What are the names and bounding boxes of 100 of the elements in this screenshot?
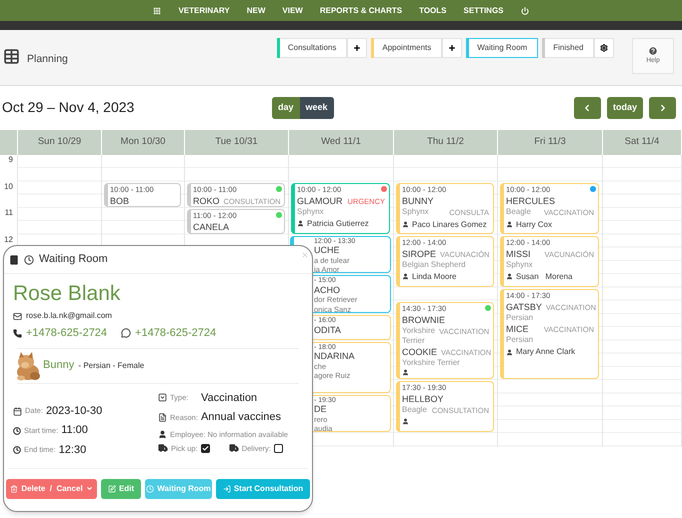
pet-name: HELLBOY — [402, 393, 444, 406]
checkbox[interactable] — [200, 444, 210, 453]
envelope-icon — [13, 312, 22, 320]
help-icon — [648, 46, 658, 56]
dropdown-icon — [158, 393, 167, 402]
truck-icon — [158, 443, 168, 454]
clock-icon — [13, 426, 21, 434]
next-button[interactable] — [649, 96, 676, 118]
day-header: Thu 11/2 — [427, 135, 464, 150]
pet-name: SIROPE — [402, 248, 436, 260]
pet-breed: Yorkshire Terrier — [402, 326, 436, 346]
pet-breed: Sphynx — [506, 260, 533, 270]
apps-icon[interactable] — [153, 6, 162, 14]
checkbox[interactable] — [274, 444, 283, 453]
field-value: Annual vaccines — [200, 410, 282, 425]
appointment-text: DE — [314, 405, 328, 414]
menu-item[interactable]: REPORTS & CHARTS — [320, 4, 402, 16]
plus-icon — [353, 44, 362, 52]
owner-name: Linda Moore — [412, 270, 456, 283]
menu-item[interactable]: SETTINGS — [464, 4, 504, 16]
hour-label: 9 — [8, 155, 13, 166]
person-icon — [297, 220, 304, 228]
document-icon — [158, 412, 167, 422]
pet-details: - Persian - Female — [77, 360, 144, 372]
field-value: 12:30 — [58, 442, 86, 458]
pet-name: MICE — [506, 322, 528, 335]
pet-breed: Belgian Shepherd — [402, 260, 466, 270]
day-header: Wed 11/1 — [321, 135, 361, 150]
pet-name: BROWNIE — [402, 314, 446, 326]
day-header: Fri 11/3 — [534, 135, 566, 150]
power-icon[interactable] — [520, 6, 529, 14]
day-header: Mon 10/30 — [120, 135, 166, 150]
pet-breed: Persian — [506, 335, 534, 345]
page-title: Planning — [27, 52, 68, 67]
settings-icon — [600, 44, 608, 52]
clock-icon — [146, 484, 154, 492]
phone-icon — [13, 328, 22, 338]
hour-label: 10 — [4, 182, 13, 192]
hour-label: 11 — [4, 208, 13, 219]
pet-breed: Yorkshire Terrier — [402, 358, 460, 368]
day-header: Tue 10/31 — [215, 135, 258, 150]
trash-icon — [10, 484, 18, 492]
day-header: Sat 11/4 — [624, 135, 660, 150]
client-name: Rose Blank — [13, 281, 122, 307]
pet-name: GATSBY — [506, 300, 542, 312]
caret-icon — [86, 485, 93, 492]
pet-name: ROKO — [193, 194, 220, 206]
filter-button[interactable]: Appointments — [371, 38, 442, 58]
owner-name: Mary Anne Clark — [516, 346, 576, 358]
pet-name: BUNNY — [402, 194, 434, 206]
truck-icon — [228, 443, 239, 454]
pet-breed: Sphynx — [402, 206, 429, 216]
pet-breed: Beagle — [402, 405, 427, 416]
pet-breed: Sphynx — [297, 206, 324, 217]
view-tab[interactable]: day — [272, 96, 300, 118]
clock-icon — [24, 254, 34, 264]
plus-icon — [448, 44, 456, 52]
date-range: Oct 29 – Nov 4, 2023 — [2, 98, 136, 117]
person-icon — [506, 273, 513, 280]
menu-item[interactable]: VETERINARY — [178, 4, 230, 16]
pet-breed: Beagle — [506, 206, 531, 216]
chat-icon — [121, 328, 132, 338]
owner-name: Harry Cox — [516, 218, 552, 231]
field-value: 2023-10-30 — [46, 404, 102, 419]
today-button[interactable]: today — [606, 96, 643, 118]
appointment-text: ACHO — [314, 286, 342, 296]
add-button[interactable] — [442, 38, 462, 58]
menu-item[interactable]: NEW — [246, 4, 266, 16]
filter-button[interactable]: Finished — [542, 38, 594, 58]
filter-button[interactable]: Waiting Room — [466, 38, 538, 58]
filter-button[interactable]: Consultations — [276, 38, 348, 58]
client-email: rose.b.la.nk@gmail.com — [26, 310, 112, 322]
settings-button[interactable] — [594, 38, 614, 58]
add-button[interactable] — [347, 38, 368, 58]
previous-button[interactable] — [574, 96, 601, 118]
owner-name: Patricia Gutierrez — [307, 218, 369, 230]
pet-name: COOKIE — [402, 346, 438, 358]
calendar-icon — [13, 406, 22, 416]
field-value: Vaccination — [201, 390, 258, 406]
edit-icon — [108, 484, 116, 492]
hour-label: 12 — [4, 234, 13, 246]
pet-name: MISSI — [506, 248, 531, 260]
appointment-text: ODITA — [314, 326, 342, 335]
pet-name: GLAMOUR — [297, 194, 343, 206]
person-icon — [506, 221, 513, 228]
field-value: 11:00 — [61, 423, 88, 438]
person-icon — [402, 221, 409, 228]
owner-name: Susan Morena — [516, 270, 572, 283]
view-tab[interactable]: week — [300, 96, 334, 118]
day-header: Sun 10/29 — [38, 135, 82, 150]
appointment-text: UCHE — [314, 246, 341, 256]
owner-name: Paco Linares Gomez — [412, 218, 487, 231]
person-icon — [506, 348, 513, 356]
clock-icon — [13, 446, 21, 454]
pet-breed: Persian — [506, 312, 534, 323]
person-icon — [402, 273, 409, 280]
pet-name: HERCULES — [506, 194, 556, 206]
menu-item[interactable]: VIEW — [282, 4, 303, 16]
person-icon — [158, 430, 167, 439]
menu-item[interactable]: TOOLS — [419, 4, 447, 16]
